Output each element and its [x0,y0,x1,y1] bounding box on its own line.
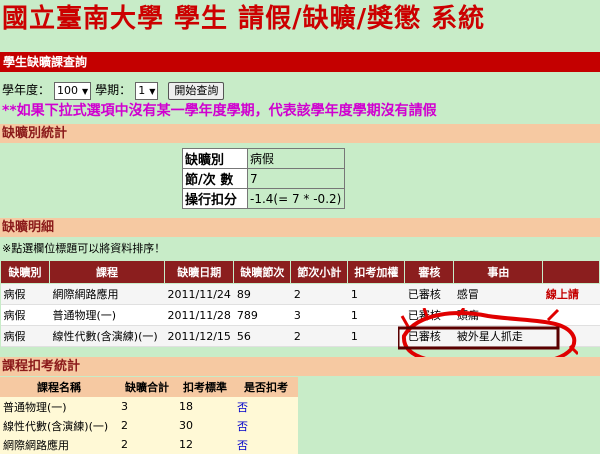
col-flag: 是否扣考 [234,377,298,397]
start-query-button[interactable]: 開始查詢 [168,81,225,100]
cell-type: 病假 [0,325,50,347]
stats-key: 操行扣分 [182,188,248,209]
col-course-name: 課程名稱 [0,377,118,397]
cell-course: 線性代數(含演練)(一) [49,325,165,347]
detail-header-row: 缺曠別 課程 缺曠日期 缺曠節次 節次小計 扣考加權 審核 事由 [0,260,600,284]
col-date[interactable]: 缺曠日期 [163,260,235,284]
col-subtotal[interactable]: 節次小計 [290,260,349,284]
stats-row: 節/次 數 7 [182,168,345,189]
cell-type: 病假 [0,304,50,326]
cell-flag: 否 [234,435,298,454]
detail-section-header: 缺曠明細 [0,218,600,237]
cell-date: 2011/12/15 [164,325,234,347]
table-row: 普通物理(一) 3 18 否 [0,397,298,416]
cell-period: 56 [233,325,291,347]
col-standard: 扣考標準 [176,377,234,397]
cell-type: 病假 [0,283,50,305]
cell-total: 3 [118,397,176,416]
query-header: 學生缺曠課查詢 [0,52,600,72]
query-form: 學年度： 100 ▼ 學期： 1 ▼ 開始查詢 [2,79,225,101]
stats-key: 缺曠別 [182,148,248,169]
chevron-down-icon: ▼ [82,86,89,96]
cell-course: 普通物理(一) [0,397,118,416]
term-label: 學期： [95,83,132,97]
cell-reason: 頭痛 [453,304,543,326]
cell-standard: 30 [176,416,234,435]
col-total: 缺曠合計 [118,377,176,397]
cell-subtotal: 2 [290,283,348,305]
table-row: 網際網路應用 2 12 否 [0,435,298,454]
col-type[interactable]: 缺曠別 [0,260,50,284]
table-row: 病假 普通物理(一) 2011/11/28 789 3 1 已審核 頭痛 [0,304,600,326]
stats-row: 操行扣分 -1.4(= 7 * -0.2) [182,188,345,209]
cell-standard: 18 [176,397,234,416]
cell-status: 已審核 [404,304,454,326]
table-row: 病假 網際網路應用 2011/11/24 89 2 1 已審核 感冒 線上請 [0,283,600,305]
cell-course: 網際網路應用 [0,435,118,454]
col-action [542,260,600,284]
term-select[interactable]: 1 ▼ [135,81,159,100]
cell-flag: 否 [234,416,298,435]
stats-value: -1.4(= 7 * -0.2) [247,188,345,209]
year-select[interactable]: 100 ▼ [54,81,92,100]
cell-period: 89 [233,283,291,305]
col-reason[interactable]: 事由 [453,260,544,284]
cell-weight: 1 [347,304,405,326]
sort-hint: ※點選欄位標題可以將資料排序！ [2,242,166,255]
col-course[interactable]: 課程 [49,260,165,284]
absence-detail-table: 缺曠別 課程 缺曠日期 缺曠節次 節次小計 扣考加權 審核 事由 病假 網際網路… [0,260,600,347]
table-row: 線性代數(含演練)(一) 2 30 否 [0,416,298,435]
system-title: 國立臺南大學 學生 請假/缺曠/獎懲 系統 [0,0,600,38]
cell-subtotal: 2 [290,325,348,347]
stats-key: 節/次 數 [182,168,248,189]
stats-value: 7 [247,168,345,189]
cell-course: 網際網路應用 [49,283,165,305]
summary-header-row: 課程名稱 缺曠合計 扣考標準 是否扣考 [0,377,298,397]
cell-standard: 12 [176,435,234,454]
col-weight[interactable]: 扣考加權 [347,260,406,284]
cell-status: 已審核 [404,325,454,347]
cell-flag: 否 [234,397,298,416]
stats-section-header: 缺曠別統計 [0,124,600,143]
cell-date: 2011/11/28 [164,304,234,326]
cell-total: 2 [118,416,176,435]
stats-value: 病假 [247,148,345,169]
cell-total: 2 [118,435,176,454]
col-period[interactable]: 缺曠節次 [233,260,292,284]
cell-course: 線性代數(含演練)(一) [0,416,118,435]
online-leave-link[interactable]: 線上請 [542,283,600,305]
year-label: 學年度： [2,83,51,97]
stats-table: 缺曠別 病假 節/次 數 7 操行扣分 -1.4(= 7 * -0.2) [182,148,345,209]
cell-status: 已審核 [404,283,454,305]
course-summary-table: 課程名稱 缺曠合計 扣考標準 是否扣考 普通物理(一) 3 18 否 線性代數(… [0,377,298,454]
cell-reason: 被外星人抓走 [453,325,543,347]
cell-period: 789 [233,304,291,326]
stats-row: 缺曠別 病假 [182,148,345,169]
cell-action [542,304,600,326]
col-status[interactable]: 審核 [404,260,455,284]
cell-date: 2011/11/24 [164,283,234,305]
cell-subtotal: 3 [290,304,348,326]
cell-course: 普通物理(一) [49,304,165,326]
cell-weight: 1 [347,325,405,347]
summary-section-header: 課程扣考統計 [0,357,600,376]
cell-reason: 感冒 [453,283,543,305]
semester-notice: **如果下拉式選項中沒有某一學年度學期，代表該學年度學期沒有請假 [2,103,437,119]
cell-weight: 1 [347,283,405,305]
cell-action [542,325,600,347]
chevron-down-icon: ▼ [149,86,156,96]
table-row: 病假 線性代數(含演練)(一) 2011/12/15 56 2 1 已審核 被外… [0,325,600,347]
